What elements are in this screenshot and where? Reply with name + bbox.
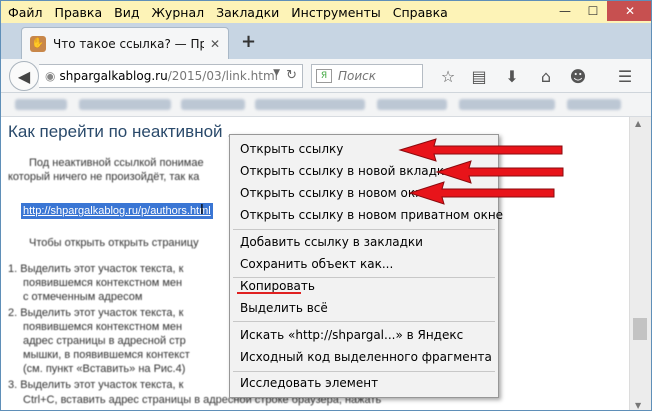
article-paragraph: Под неактивной ссылкой понимае <box>29 157 204 169</box>
article-paragraph: который ничего не произойдёт, так ка <box>8 171 200 183</box>
scroll-down-icon[interactable]: ▼ <box>635 401 641 410</box>
menu-help[interactable]: Справка <box>387 5 454 20</box>
menu-separator <box>233 229 495 230</box>
back-arrow-icon: ◀ <box>17 66 31 86</box>
bookmark-item[interactable] <box>377 99 447 110</box>
menu-edit[interactable]: Правка <box>49 5 109 20</box>
globe-icon: ◉ <box>45 69 56 83</box>
menu-view[interactable]: Вид <box>108 5 145 20</box>
menu-history[interactable]: Журнал <box>145 5 210 20</box>
tab-active[interactable]: ✋ Что такое ссылка? — При... ✕ <box>21 27 229 59</box>
browser-window: Файл Правка Вид Журнал Закладки Инструме… <box>0 0 652 411</box>
menu-item-open-link[interactable]: Открыть ссылку <box>240 142 343 156</box>
hello-chat-icon[interactable]: ☻ <box>567 65 589 87</box>
list-item: мышки, в появившемся контекст <box>23 349 190 361</box>
list-item: появившемся контекстном мен <box>23 277 183 289</box>
vertical-scrollbar[interactable]: ▲ ▼ <box>629 117 651 410</box>
search-input[interactable] <box>336 68 420 84</box>
menu-item-view-selection-source[interactable]: Исходный код выделенного фрагмента <box>240 350 492 364</box>
menu-bookmarks[interactable]: Закладки <box>210 5 285 20</box>
reading-list-icon[interactable]: ▤ <box>468 65 490 87</box>
copy-underline-mark <box>237 292 301 294</box>
bookmark-item[interactable] <box>459 99 555 110</box>
menu-item-search-yandex[interactable]: Искать «http://shpargal...» в Яндекс <box>240 328 463 342</box>
article-paragraph: Чтобы открыть открыть страницу <box>29 237 199 249</box>
bookmark-item[interactable] <box>181 99 245 110</box>
menu-separator <box>233 371 495 372</box>
bookmarks-toolbar <box>1 93 651 117</box>
tab-bar: ✋ Что такое ссылка? — При... ✕ + <box>1 23 651 59</box>
bookmark-item[interactable] <box>79 99 171 110</box>
list-item: 2. Выделить этот участок текста, к <box>8 307 184 319</box>
list-item: появившемся контекстном мен <box>23 321 183 333</box>
minimize-button[interactable]: — <box>551 1 579 21</box>
tab-close-icon[interactable]: ✕ <box>210 37 220 51</box>
search-bar[interactable]: Я <box>311 64 423 88</box>
menu-item-copy[interactable]: Копировать <box>240 279 315 293</box>
new-tab-button[interactable]: + <box>241 31 256 52</box>
menu-item-open-link-new-tab[interactable]: Открыть ссылку в новой вкладке <box>240 164 452 178</box>
close-window-button[interactable]: ✕ <box>607 1 651 21</box>
scroll-up-icon[interactable]: ▲ <box>635 119 641 128</box>
history-dropdown-icon[interactable]: ▼ <box>273 68 280 78</box>
article-heading: Как перейти по неактивной ... <box>8 122 242 141</box>
window-controls: — ☐ ✕ <box>551 1 651 21</box>
reload-icon[interactable]: ↻ <box>286 68 297 83</box>
maximize-button[interactable]: ☐ <box>579 1 607 21</box>
scrollbar-thumb[interactable] <box>633 318 647 340</box>
list-item: 1. Выделить этот участок текста, к <box>8 263 184 275</box>
menu-item-save-as[interactable]: Сохранить объект как... <box>240 257 393 271</box>
selected-link[interactable]: http://shpargalkablog.ru/p/authors.html <box>21 203 213 219</box>
menu-item-open-link-new-window[interactable]: Открыть ссылку в новом окне <box>240 186 430 200</box>
menu-item-open-link-private-window[interactable]: Открыть ссылку в новом приватном окне <box>240 208 503 222</box>
menu-file[interactable]: Файл <box>1 5 49 20</box>
home-icon[interactable]: ⌂ <box>535 65 557 87</box>
menu-bar: Файл Правка Вид Журнал Закладки Инструме… <box>1 1 651 23</box>
site-favicon-icon: ✋ <box>30 35 46 52</box>
bookmark-item[interactable] <box>567 99 621 110</box>
tab-title: Что такое ссылка? — При... <box>53 36 204 51</box>
navigation-toolbar: ◀ ◉ shpargalkablog.ru/2015/03/link.html … <box>1 59 651 93</box>
back-button[interactable]: ◀ <box>9 61 39 91</box>
url-path: /2015/03/link.html <box>167 69 279 83</box>
text-cursor-icon: I <box>200 203 204 218</box>
list-item: (см. пункт «Вставить» на Рис.4) <box>23 363 186 375</box>
search-engine-icon[interactable]: Я <box>316 69 332 83</box>
menu-separator <box>233 321 495 322</box>
menu-tools[interactable]: Инструменты <box>285 5 386 20</box>
menu-item-inspect-element[interactable]: Исследовать элемент <box>240 376 378 390</box>
bookmark-star-icon[interactable]: ☆ <box>437 65 459 87</box>
menu-separator <box>233 277 495 278</box>
list-item: с отмеченным адресом <box>23 291 143 303</box>
annotation-arrow-3 <box>408 181 555 205</box>
downloads-icon[interactable]: ⬇ <box>501 65 523 87</box>
menu-item-select-all[interactable]: Выделить всё <box>240 301 328 315</box>
list-item: адрес страницы в адресной стр <box>23 335 186 347</box>
hamburger-menu-icon[interactable]: ☰ <box>614 65 636 87</box>
bookmark-item[interactable] <box>255 99 365 110</box>
url-bar[interactable]: ◉ shpargalkablog.ru/2015/03/link.html ▼ … <box>39 64 303 88</box>
menu-item-bookmark-link[interactable]: Добавить ссылку в закладки <box>240 235 423 249</box>
bookmark-item[interactable] <box>15 99 67 110</box>
url-domain: shpargalkablog.ru <box>59 69 168 83</box>
list-item: 3. Выделить этот участок текста, к <box>8 379 184 391</box>
